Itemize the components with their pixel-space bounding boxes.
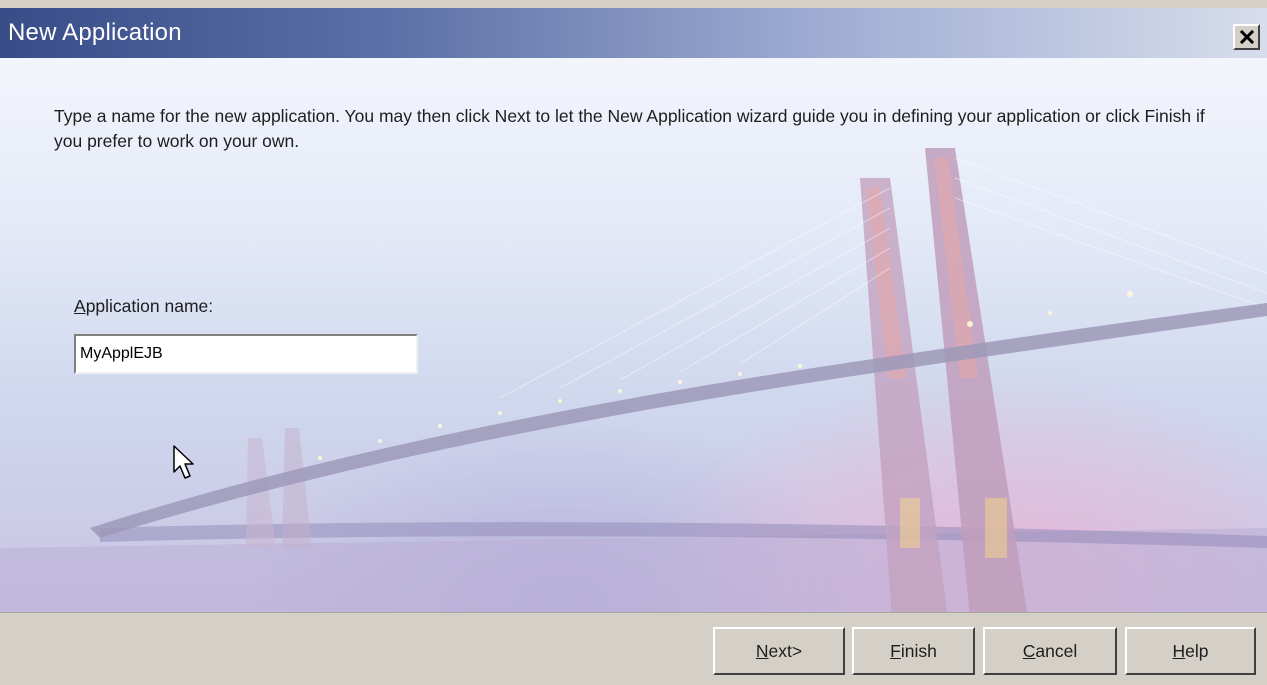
label-rest: pplication name: [85, 296, 214, 316]
button-bar: Next> Finish Cancel Help [0, 612, 1267, 685]
instructions-text: Type a name for the new application. You… [54, 106, 1205, 151]
mouse-pointer-icon [173, 445, 194, 479]
new-application-dialog: New Application Type a name for the new … [0, 0, 1267, 685]
next-button[interactable]: Next> [713, 627, 845, 675]
content-panel: Type a name for the new application. You… [0, 58, 1267, 612]
label-mnemonic: A [74, 296, 86, 316]
window-title: New Application [8, 19, 182, 46]
cancel-button[interactable]: Cancel [983, 627, 1117, 675]
title-bar[interactable]: New Application [0, 8, 1267, 58]
help-button[interactable]: Help [1125, 627, 1256, 675]
close-button[interactable] [1233, 24, 1260, 50]
close-icon [1239, 30, 1254, 44]
application-name-input[interactable] [74, 334, 418, 374]
application-name-label: Application name: [74, 296, 213, 317]
finish-button[interactable]: Finish [852, 627, 975, 675]
